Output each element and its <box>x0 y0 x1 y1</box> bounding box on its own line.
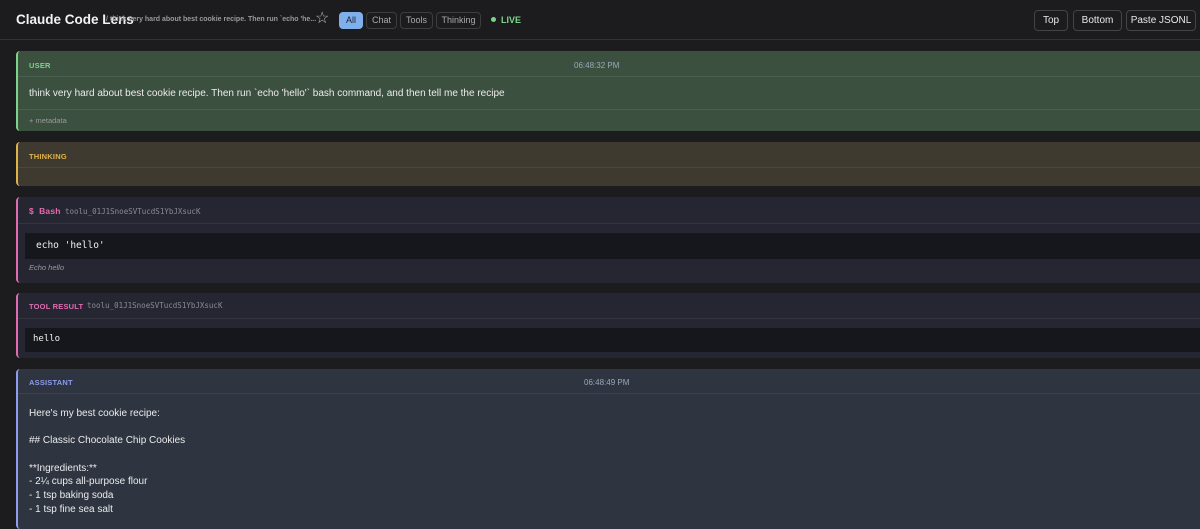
bash-command-box: echo 'hello' <box>25 233 1200 259</box>
bash-tool-header: $ Bash <box>29 206 61 216</box>
thinking-role-label: THINKING <box>29 152 67 161</box>
assistant-line: **Ingredients:** <box>29 462 97 474</box>
user-header-divider <box>18 76 1200 77</box>
user-message-card: USER 06:48:32 PM think very hard about b… <box>16 51 1200 131</box>
scroll-top-button[interactable]: Top <box>1034 10 1068 31</box>
assistant-role-label: ASSISTANT <box>29 378 73 387</box>
bash-description: Echo hello <box>29 263 65 272</box>
assistant-header-divider <box>18 393 1200 394</box>
assistant-line <box>29 448 185 462</box>
bash-header-divider <box>18 223 1200 224</box>
thinking-header-divider <box>18 167 1200 168</box>
tool-result-output-box: hello <box>25 328 1200 352</box>
filter-chat-button[interactable]: Chat <box>366 12 397 29</box>
scroll-bottom-button[interactable]: Bottom <box>1073 10 1122 31</box>
assistant-line: - 2¼ cups all-purpose flour <box>29 476 148 488</box>
assistant-timestamp: 06:48:49 PM <box>584 378 630 387</box>
user-message-text: think very hard about best cookie recipe… <box>29 88 505 99</box>
bash-command-text: echo 'hello' <box>36 240 105 251</box>
top-bar: Claude Code Lens / think very hard about… <box>0 0 1200 40</box>
assistant-line: Here's my best cookie recipe: <box>29 408 160 419</box>
live-label: LIVE <box>501 15 522 25</box>
bash-prompt-icon: $ <box>29 206 34 216</box>
filter-all-button[interactable]: All <box>339 12 363 29</box>
star-icon[interactable]: ☆ <box>315 9 329 29</box>
tool-result-header-divider <box>18 318 1200 319</box>
thinking-card: THINKING <box>16 142 1200 186</box>
assistant-line: - 1 tsp fine sea salt <box>29 503 113 515</box>
tool-result-output: hello <box>33 334 61 344</box>
tool-result-card: TOOL RESULT toolu_01J1SnoeSVTucdS1YbJXsu… <box>16 293 1200 358</box>
session-subtitle: / think very hard about best cookie reci… <box>106 16 317 23</box>
assistant-line <box>29 421 185 435</box>
user-meta-divider <box>18 109 1200 110</box>
live-indicator: LIVE <box>491 14 521 26</box>
user-role-label: USER <box>29 61 51 70</box>
metadata-toggle[interactable]: + metadata <box>29 116 67 125</box>
assistant-line: - 1 tsp baking soda <box>29 490 114 502</box>
filter-tools-button[interactable]: Tools <box>400 12 433 29</box>
bash-tool-card: $ Bash toolu_01J1SnoeSVTucdS1YbJXsucK ec… <box>16 197 1200 283</box>
bash-tool-id: toolu_01J1SnoeSVTucdS1YbJXsucK <box>65 207 201 216</box>
assistant-message-body: Here's my best cookie recipe: ## Classic… <box>29 407 185 517</box>
user-timestamp: 06:48:32 PM <box>574 61 620 70</box>
assistant-message-card: ASSISTANT 06:48:49 PM Here's my best coo… <box>16 369 1200 529</box>
filter-thinking-button[interactable]: Thinking <box>436 12 481 29</box>
bash-tool-name: Bash <box>39 206 61 216</box>
live-dot-icon <box>491 17 496 22</box>
tool-result-id: toolu_01J1SnoeSVTucdS1YbJXsucK <box>87 301 223 310</box>
paste-jsonl-button[interactable]: Paste JSONL <box>1126 10 1196 31</box>
assistant-line: ## Classic Chocolate Chip Cookies <box>29 435 186 447</box>
tool-result-role-label: TOOL RESULT <box>29 302 84 311</box>
